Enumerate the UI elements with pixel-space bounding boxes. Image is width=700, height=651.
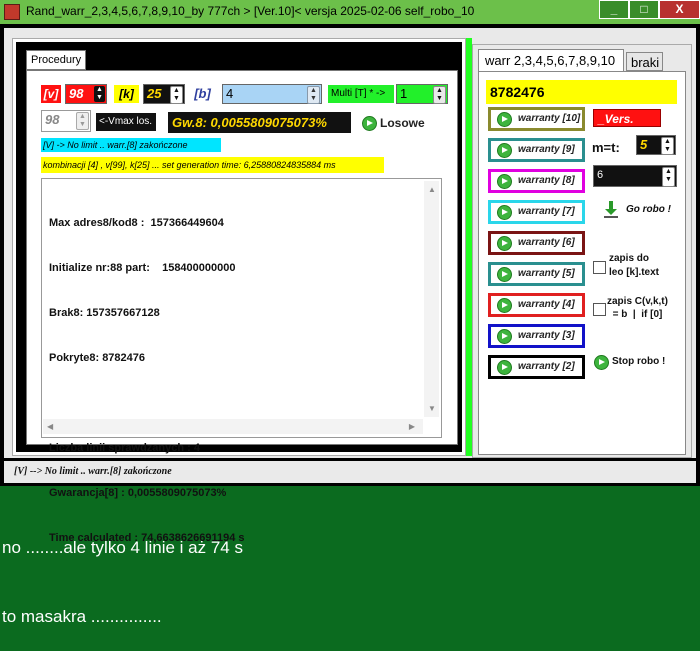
b-spinner[interactable]: 4 ▲ ▼: [222, 84, 322, 104]
warranty-button[interactable]: warranty [5]: [488, 262, 585, 286]
spinner-arrows-icon[interactable]: ▲ ▼: [94, 86, 105, 102]
robo-count-spinner[interactable]: 6 ▲ ▼: [593, 165, 677, 187]
play-icon: [497, 360, 512, 375]
vmax-label: <-Vmax los.: [96, 113, 156, 131]
warranty-label: warranty [6]: [518, 237, 575, 248]
scroll-up-icon[interactable]: ▲: [428, 185, 436, 194]
play-icon: [594, 355, 609, 370]
warranty-button[interactable]: warranty [2]: [488, 355, 585, 379]
k-label: [k]: [114, 85, 139, 103]
version-label: _Vers.[10]_: [593, 109, 661, 144]
zapis-leo-checkbox[interactable]: [593, 261, 606, 274]
mt-value: 5: [640, 137, 648, 152]
v-value: 98: [69, 86, 84, 101]
horizontal-scrollbar[interactable]: ◀ ▶: [43, 419, 423, 434]
warranty-button[interactable]: warranty [8]: [488, 169, 585, 193]
vmax-spinner[interactable]: 98 ▲ ▼: [41, 110, 91, 132]
warranty-button[interactable]: warranty [3]: [488, 324, 585, 348]
spinner-arrows-icon[interactable]: ▲ ▼: [661, 137, 674, 155]
caption-line: to masakra ...............: [2, 607, 162, 626]
play-icon: [497, 298, 512, 313]
warranty-label: warranty [8]: [518, 175, 575, 186]
play-icon: [497, 205, 512, 220]
multi-spinner[interactable]: 1 ▲ ▼: [396, 84, 448, 104]
covered-count: 8782476: [486, 80, 677, 104]
play-icon: [362, 116, 377, 131]
app-icon: [4, 4, 20, 20]
vmax-value: 98: [45, 112, 60, 127]
close-button[interactable]: X: [659, 0, 700, 19]
vertical-scrollbar[interactable]: ▲ ▼: [424, 181, 439, 417]
v-spinner[interactable]: 98 ▲ ▼: [65, 84, 107, 104]
multi-value: 1: [400, 86, 408, 101]
spinner-arrows-icon[interactable]: ▲ ▼: [170, 86, 183, 104]
zapis-cv-checkbox[interactable]: [593, 303, 606, 316]
warranty-label: warranty [4]: [518, 299, 575, 310]
warranty-label: warranty [10]: [518, 113, 581, 124]
output-line: Liczba linii sprawdzanych : 4: [49, 442, 200, 454]
output-line: Max adres8/kod8 : 157366449604: [49, 217, 224, 229]
stop-robo-label: Stop robo !: [612, 356, 666, 367]
spinner-arrows-icon[interactable]: ▲ ▼: [307, 86, 320, 104]
zapis-cv-label: zapis C(v,k,t) = b | if [0]: [607, 296, 668, 320]
warranty-button[interactable]: warranty [10]: [488, 107, 585, 131]
tab-procedury[interactable]: Procedury: [26, 50, 86, 70]
multi-label: Multi [T] * ->: [328, 85, 394, 103]
warranty-button[interactable]: warranty [9]: [488, 138, 585, 162]
tab-warr[interactable]: warr 2,3,4,5,6,7,8,9,10: [478, 49, 624, 71]
play-icon: [497, 112, 512, 127]
losowe-label: Losowe: [380, 116, 425, 130]
spinner-arrows-icon[interactable]: ▲ ▼: [662, 167, 675, 187]
caption-line: no ........ale tylko 4 linie i aż 74 s: [2, 538, 243, 557]
play-icon: [497, 236, 512, 251]
v-label: [v]: [41, 85, 61, 103]
maximize-button[interactable]: □: [629, 0, 659, 19]
mt-spinner[interactable]: 5 ▲ ▼: [636, 135, 676, 155]
output-line: Pokryte8: 8782476: [49, 352, 146, 364]
bottom-status-text: [V] --> No limit .. warr.[8] zakończone: [4, 461, 696, 483]
zapis-cv-option[interactable]: zapis C(v,k,t) = b | if [0]: [593, 295, 685, 325]
go-robo-button[interactable]: Go robo !: [604, 200, 680, 220]
warranty-button[interactable]: warranty [6]: [488, 231, 585, 255]
k-spinner[interactable]: 25 ▲ ▼: [143, 84, 185, 104]
zapis-leo-label: zapis do leo [k].text: [609, 253, 660, 278]
play-icon: [497, 267, 512, 282]
guarantee-readout: Gw.8: 0,0055809075073%: [168, 112, 351, 133]
window-title: Rand_warr_2,3,4,5,6,7,8,9,10_by 777ch > …: [26, 4, 475, 18]
losowe-button[interactable]: Losowe: [360, 114, 430, 132]
warranty-label: warranty [5]: [518, 268, 575, 279]
tab-braki[interactable]: braki: [626, 52, 663, 71]
scroll-right-icon[interactable]: ▶: [409, 422, 415, 431]
play-icon: [497, 143, 512, 158]
warranty-label: warranty [2]: [518, 361, 575, 372]
b-label: [b]: [194, 86, 211, 101]
scroll-down-icon[interactable]: ▼: [428, 404, 436, 413]
spinner-arrows-icon[interactable]: ▲ ▼: [433, 86, 446, 104]
play-icon: [497, 174, 512, 189]
caption-text: no ........ale tylko 4 linie i aż 74 s t…: [2, 490, 243, 651]
scroll-left-icon[interactable]: ◀: [47, 422, 53, 431]
go-robo-label: Go robo !: [626, 204, 671, 215]
mt-label: m=t:: [592, 140, 620, 155]
warranty-label: warranty [3]: [518, 330, 575, 341]
k-value: 25: [147, 86, 162, 101]
stop-robo-button[interactable]: Stop robo !: [594, 354, 674, 370]
robo-count-value: 6: [597, 169, 604, 181]
zapis-leo-option[interactable]: zapis do leo [k].text: [593, 252, 685, 282]
minimize-button[interactable]: _: [599, 0, 629, 19]
warranty-label: warranty [9]: [518, 144, 575, 155]
play-icon: [497, 329, 512, 344]
download-icon: [604, 201, 618, 218]
output-line: Initialize nr:88 part: 158400000000: [49, 262, 236, 274]
warranty-label: warranty [7]: [518, 206, 575, 217]
status-label-yellow: kombinacji [4] , v[99], k[25] ... set ge…: [41, 157, 384, 173]
spinner-arrows-icon[interactable]: ▲ ▼: [76, 112, 89, 130]
warranty-button[interactable]: warranty [4]: [488, 293, 585, 317]
output-line: Brak8: 157357667128: [49, 307, 160, 319]
b-value: 4: [226, 86, 234, 101]
status-label-cyan: [V] -> No limit .. warr.[8] zakończone: [41, 138, 221, 152]
warranty-button[interactable]: warranty [7]: [488, 200, 585, 224]
